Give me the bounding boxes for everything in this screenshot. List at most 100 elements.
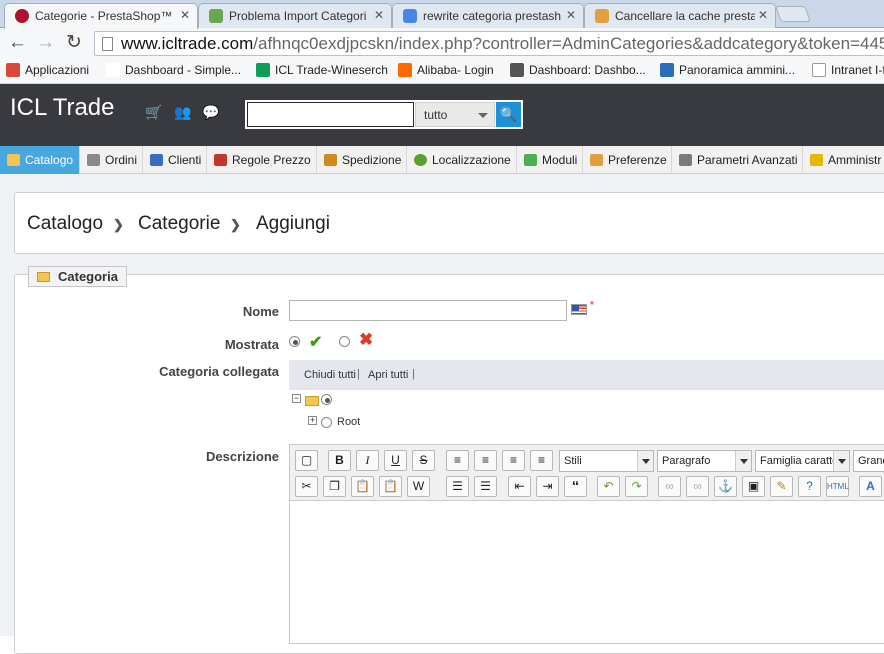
tree-home-radio[interactable]	[321, 394, 332, 405]
search-scope-select[interactable]: tutto	[415, 102, 495, 127]
bookmarks-bar: Applicazioni Dashboard - Simple... ICL T…	[0, 59, 884, 84]
chevron-down-icon	[735, 451, 751, 471]
menu-label: Clienti	[168, 153, 202, 167]
search-button[interactable]: 🔍	[496, 102, 521, 127]
browser-tab-rewrite-categoria[interactable]: rewrite categoria prestash ✕	[392, 3, 584, 28]
bookmark-applicazioni[interactable]: Applicazioni	[6, 63, 89, 77]
shown-yes-radio[interactable]	[289, 336, 300, 347]
menu-item-catalogo[interactable]: Catalogo	[0, 146, 80, 174]
menu-label: Regole Prezzo	[232, 153, 311, 167]
redo-icon[interactable]: ↷	[625, 476, 648, 497]
unlink-icon[interactable]: ∞	[686, 476, 709, 497]
reload-icon[interactable]: ↻	[66, 33, 82, 53]
us-flag-icon[interactable]	[571, 304, 587, 315]
paste-text-icon[interactable]: 📋	[379, 476, 402, 497]
key-icon	[810, 154, 823, 166]
chevron-down-icon	[478, 113, 488, 118]
strikethrough-button[interactable]: S	[412, 450, 435, 471]
menu-item-ordini[interactable]: Ordini	[80, 146, 143, 174]
name-label: Nome	[242, 304, 279, 319]
close-tab-icon[interactable]: ✕	[566, 8, 576, 22]
price-rules-icon	[214, 154, 227, 166]
collapse-all-link[interactable]: Chiudi tutti	[304, 369, 356, 381]
align-justify-icon[interactable]: ≡	[530, 450, 553, 471]
numbered-list-icon[interactable]: ☰	[474, 476, 497, 497]
close-tab-icon[interactable]: ✕	[374, 8, 384, 22]
paste-icon[interactable]: 📋	[351, 476, 374, 497]
bullet-list-icon[interactable]: ☰	[446, 476, 469, 497]
paste-word-icon[interactable]: W	[407, 476, 430, 497]
browser-tab-categorie[interactable]: Categorie - PrestaShop™ ✕	[4, 3, 198, 29]
blockquote-icon[interactable]: “	[564, 476, 587, 497]
bookmark-panoramica-ammini[interactable]: Panoramica ammini...	[660, 63, 795, 77]
preferences-icon	[590, 154, 603, 166]
undo-icon[interactable]: ↶	[597, 476, 620, 497]
breadcrumb-catalogo[interactable]: Catalogo	[27, 213, 103, 235]
image-icon[interactable]: ▣	[742, 476, 765, 497]
tab-title: rewrite categoria prestash	[423, 9, 562, 23]
html-source-icon[interactable]: HTML	[826, 476, 849, 497]
bold-button[interactable]: B	[328, 450, 351, 471]
cut-icon[interactable]: ✂	[295, 476, 318, 497]
search-input[interactable]	[247, 102, 414, 127]
italic-button[interactable]: I	[356, 450, 379, 471]
align-right-icon[interactable]: ≡	[502, 450, 525, 471]
menu-item-preferenze[interactable]: Preferenze	[583, 146, 672, 174]
browser-tab-cancellare-cache[interactable]: Cancellare la cache presta ✕	[584, 3, 776, 28]
menu-item-moduli[interactable]: Moduli	[517, 146, 583, 174]
close-tab-icon[interactable]: ✕	[758, 8, 768, 22]
shop-brand[interactable]: ICL Trade	[10, 94, 115, 122]
bookmark-icl-trade-wineserch[interactable]: ICL Trade-Wineserch	[256, 63, 388, 77]
messages-icon[interactable]: 💬	[202, 104, 219, 121]
folder-icon	[7, 154, 20, 166]
font-family-select[interactable]: Famiglia caratte	[755, 450, 850, 472]
menu-item-parametri-avanzati[interactable]: Parametri Avanzati	[672, 146, 803, 174]
bookmark-dashboard-simple[interactable]: Dashboard - Simple...	[106, 63, 241, 77]
cart-icon[interactable]: 🛒	[145, 104, 162, 121]
forward-arrow-icon[interactable]: →	[36, 33, 55, 53]
align-center-icon[interactable]: ≡	[474, 450, 497, 471]
breadcrumb-categorie[interactable]: Categorie	[138, 213, 220, 235]
menu-item-spedizione[interactable]: Spedizione	[317, 146, 407, 174]
url-host: www.icltrade.com	[121, 34, 254, 53]
globe-icon	[414, 154, 427, 166]
copy-icon[interactable]: ❐	[323, 476, 346, 497]
bookmark-label: Dashboard - Simple...	[125, 63, 242, 77]
menu-label: Localizzazione	[432, 153, 511, 167]
browser-tab-problema-import[interactable]: Problema Import Categori ✕	[198, 3, 392, 28]
cleanup-icon[interactable]: ✎	[770, 476, 793, 497]
bookmark-intranet[interactable]: Intranet I-f	[812, 63, 884, 77]
url-input[interactable]: www.icltrade.com/afhnqc0exdjpcskn/index.…	[94, 31, 884, 56]
new-tab-button[interactable]	[775, 6, 811, 22]
new-document-icon[interactable]: ▢	[295, 450, 318, 471]
expand-all-link[interactable]: Apri tutti	[368, 369, 408, 381]
dashboard-icon	[510, 63, 524, 77]
customers-icon[interactable]: 👥	[174, 104, 191, 121]
menu-item-localizzazione[interactable]: Localizzazione	[407, 146, 517, 174]
close-tab-icon[interactable]: ✕	[180, 8, 190, 22]
shown-no-radio[interactable]	[339, 336, 350, 347]
format-select[interactable]: Paragrafo	[657, 450, 752, 472]
help-icon[interactable]: ?	[798, 476, 821, 497]
anchor-icon[interactable]: ⚓	[714, 476, 737, 497]
name-field[interactable]	[289, 300, 567, 321]
underline-button[interactable]: U	[384, 450, 407, 471]
text-color-icon[interactable]: A	[859, 476, 882, 497]
tree-collapse-icon[interactable]: −	[292, 394, 301, 403]
back-arrow-icon[interactable]: ←	[8, 33, 27, 53]
outdent-icon[interactable]: ⇤	[508, 476, 531, 497]
bookmark-dashboard-dashbo[interactable]: Dashboard: Dashbo...	[510, 63, 646, 77]
tree-root-radio[interactable]	[321, 417, 332, 428]
bookmark-alibaba-login[interactable]: Alibaba- Login	[398, 63, 494, 77]
menu-item-amministrazione[interactable]: Amministr	[803, 146, 884, 174]
tree-expand-icon[interactable]: +	[308, 416, 317, 425]
link-icon[interactable]: ∞	[658, 476, 681, 497]
chevron-down-icon	[833, 451, 849, 471]
styles-select[interactable]: Stili	[559, 450, 654, 472]
menu-item-clienti[interactable]: Clienti	[143, 146, 207, 174]
description-editor[interactable]: ▢ B I U S ≡ ≡ ≡ ≡ Stili Paragrafo Famigl…	[289, 444, 884, 644]
align-left-icon[interactable]: ≡	[446, 450, 469, 471]
font-size-select[interactable]: Grand	[853, 450, 884, 472]
menu-item-regole-prezzo[interactable]: Regole Prezzo	[207, 146, 317, 174]
indent-icon[interactable]: ⇥	[536, 476, 559, 497]
